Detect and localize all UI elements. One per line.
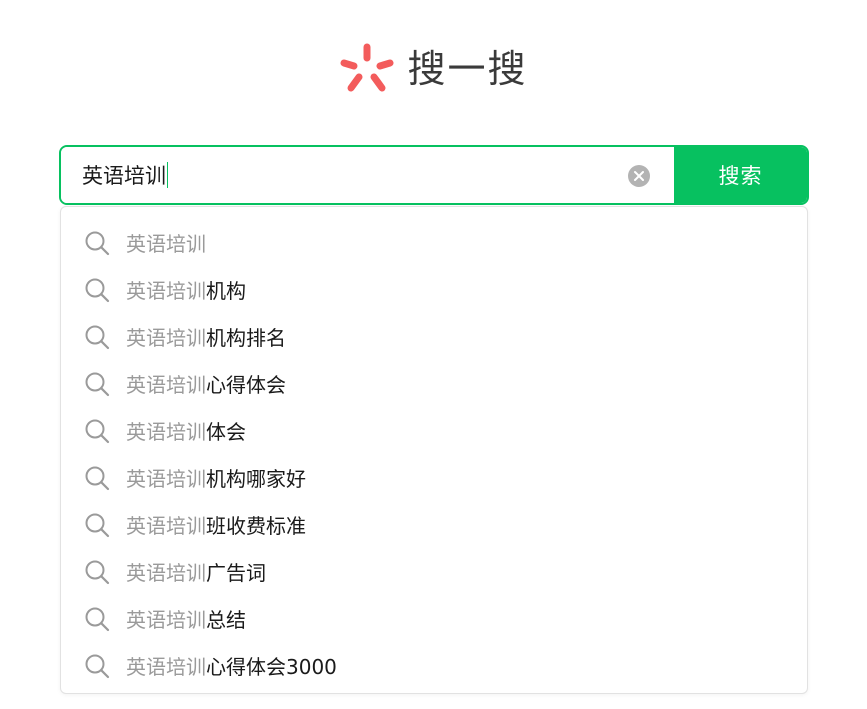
suggestion-query: 英语培训 xyxy=(126,467,206,491)
clear-circle-icon[interactable] xyxy=(628,165,650,187)
suggestion-query: 英语培训 xyxy=(126,373,206,397)
suggestion-query: 英语培训 xyxy=(126,561,206,585)
search-icon xyxy=(85,372,110,396)
text-caret xyxy=(167,162,168,188)
wechat-search-logo-icon xyxy=(340,43,394,92)
suggestion-query: 英语培训 xyxy=(126,514,206,538)
suggestion-query: 英语培训 xyxy=(126,279,206,303)
search-bar: 搜索 xyxy=(59,145,809,205)
suggestion-completion: 体会 xyxy=(206,420,246,444)
suggestion-text: 英语培训 心得体会 xyxy=(126,369,286,398)
suggestion-list: 英语培训 英语培训 机构 英语培训 机构排名 英语培训 心得体会 英语培训 体会 英语培… xyxy=(60,206,808,694)
search-icon xyxy=(85,466,110,490)
suggestion-text: 英语培训 机构 xyxy=(126,275,246,304)
suggestion-query: 英语培训 xyxy=(126,420,206,444)
suggestion-text: 英语培训 机构哪家好 xyxy=(126,463,306,492)
page-title: 搜一搜 xyxy=(407,47,528,91)
search-icon xyxy=(85,278,110,302)
suggestion-text: 英语培训 班收费标准 xyxy=(126,510,306,539)
search-icon xyxy=(85,607,110,631)
suggestion-completion: 总结 xyxy=(206,608,246,632)
suggestion-item[interactable]: 英语培训 班收费标准 xyxy=(61,501,807,548)
suggestion-completion: 机构哪家好 xyxy=(206,467,306,491)
suggestion-item[interactable]: 英语培训 体会 xyxy=(61,407,807,454)
header: 搜一搜 xyxy=(0,38,867,100)
suggestion-item[interactable]: 英语培训 心得体会 xyxy=(61,360,807,407)
suggestion-text: 英语培训 总结 xyxy=(126,604,246,633)
suggestion-text: 英语培训 体会 xyxy=(126,416,246,445)
suggestion-text: 英语培训 机构排名 xyxy=(126,322,286,351)
search-icon xyxy=(85,513,110,537)
suggestion-item[interactable]: 英语培训 总结 xyxy=(61,595,807,642)
search-input[interactable] xyxy=(61,147,602,203)
suggestion-item[interactable]: 英语培训 机构排名 xyxy=(61,313,807,360)
suggestion-query: 英语培训 xyxy=(126,608,206,632)
suggestion-item[interactable]: 英语培训 广告词 xyxy=(61,548,807,595)
search-icon xyxy=(85,419,110,443)
search-icon xyxy=(85,325,110,349)
search-icon xyxy=(85,654,110,678)
suggestion-item[interactable]: 英语培训 机构 xyxy=(61,266,807,313)
suggestion-completion: 班收费标准 xyxy=(206,514,306,538)
suggestion-item[interactable]: 英语培训 心得体会3000 xyxy=(61,642,807,689)
suggestion-completion: 心得体会3000 xyxy=(206,655,337,679)
suggestion-item[interactable]: 英语培训 xyxy=(61,219,807,266)
search-button[interactable]: 搜索 xyxy=(674,147,807,203)
suggestion-query: 英语培训 xyxy=(126,326,206,350)
suggestion-completion: 机构 xyxy=(206,279,246,303)
page: 搜一搜 搜索 英语培训 英语培训机构 英语培训机构排名 英语 xyxy=(0,0,867,709)
suggestion-completion: 机构排名 xyxy=(206,326,286,350)
suggestion-query: 英语培训 xyxy=(126,232,206,256)
suggestion-item[interactable]: 英语培训 机构哪家好 xyxy=(61,454,807,501)
suggestion-text: 英语培训 心得体会3000 xyxy=(126,651,337,680)
suggestion-completion: 广告词 xyxy=(206,561,266,585)
search-icon xyxy=(85,560,110,584)
suggestion-query: 英语培训 xyxy=(126,655,206,679)
search-field xyxy=(61,147,674,203)
suggestion-completion: 心得体会 xyxy=(206,373,286,397)
suggestion-text: 英语培训 xyxy=(126,228,206,257)
suggestion-text: 英语培训 广告词 xyxy=(126,557,266,586)
search-icon xyxy=(85,231,110,255)
